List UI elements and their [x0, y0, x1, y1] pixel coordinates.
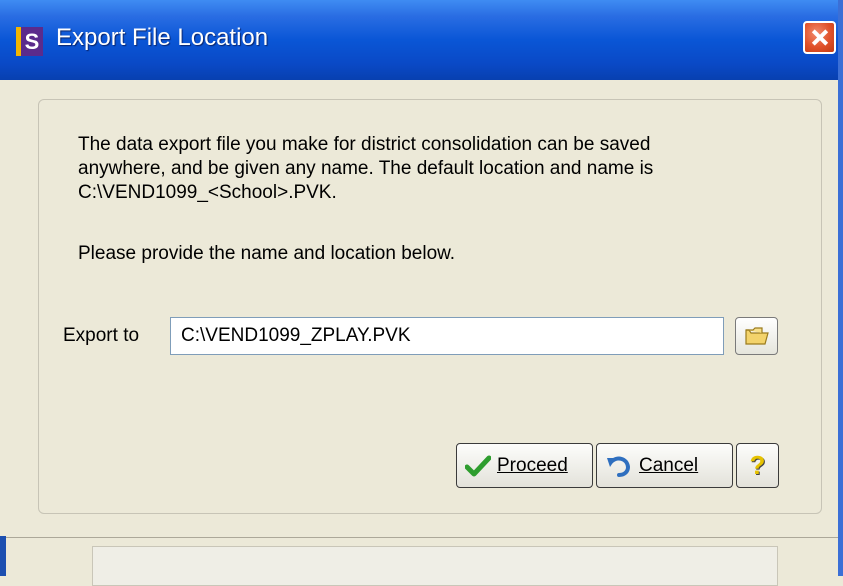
- browse-folder-button[interactable]: [735, 317, 778, 355]
- checkmark-icon: [465, 455, 491, 476]
- close-button[interactable]: [803, 21, 836, 54]
- background-window-fragment: [0, 536, 6, 576]
- app-s-icon: S: [16, 27, 43, 56]
- cancel-button[interactable]: Cancel: [596, 443, 733, 488]
- undo-arrow-icon: [607, 456, 631, 477]
- proceed-button[interactable]: Proceed: [456, 443, 593, 488]
- background-panel: [92, 546, 778, 586]
- window-title: Export File Location: [56, 24, 269, 51]
- question-mark-icon: ?: [749, 450, 766, 480]
- prompt-text: Please provide the name and location bel…: [78, 243, 456, 264]
- help-button[interactable]: ?: [736, 443, 779, 488]
- proceed-label: Proceed: [497, 454, 568, 476]
- title-bar[interactable]: S Export File Location: [0, 0, 838, 80]
- export-path-input[interactable]: [170, 317, 724, 355]
- background-window-edge: [838, 0, 843, 576]
- export-to-label: Export to: [63, 325, 140, 346]
- folder-icon: [744, 327, 769, 345]
- description-text: The data export file you make for distri…: [78, 134, 654, 203]
- cancel-label: Cancel: [639, 454, 699, 476]
- divider: [0, 537, 838, 538]
